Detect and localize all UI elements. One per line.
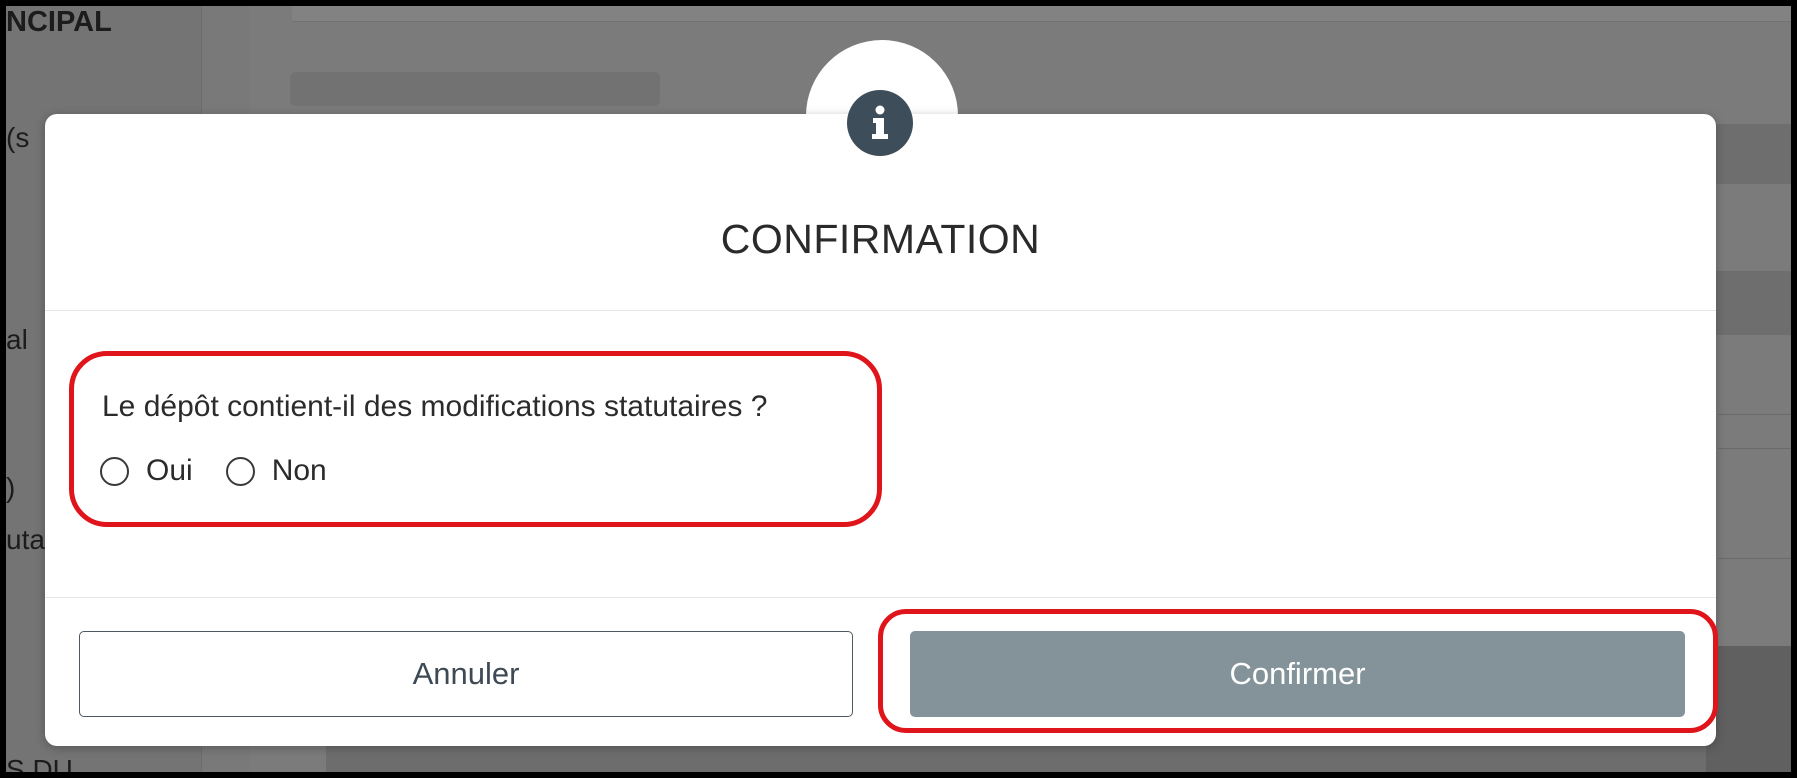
background-header-bar	[292, 6, 1791, 22]
background-divider	[1718, 414, 1791, 415]
background-divider	[1718, 558, 1791, 559]
cancel-button[interactable]: Annuler	[79, 631, 853, 717]
background-row	[1706, 271, 1791, 335]
background-sidebar-text: S DU	[6, 754, 73, 772]
confirmation-dialog: CONFIRMATION Le dépôt contient-il des mo…	[45, 114, 1716, 746]
background-divider	[1718, 448, 1791, 449]
background-sidebar-text: al	[6, 324, 28, 355]
background-row	[1706, 124, 1791, 184]
radio-button-oui[interactable]	[100, 456, 129, 486]
dialog-footer-divider	[45, 597, 1716, 598]
radio-option-oui[interactable]: Oui	[100, 454, 193, 488]
answer-radio-group: Oui Non	[100, 454, 360, 488]
radio-button-non[interactable]	[225, 456, 255, 486]
question-text: Le dépôt contient-il des modifications s…	[102, 390, 768, 423]
radio-label-oui: Oui	[146, 454, 193, 487]
background-sidebar-heading: NCIPAL	[6, 6, 112, 38]
background-sidebar-text: uta	[6, 524, 45, 555]
dialog-header-divider	[45, 310, 1716, 311]
background-sidebar-text: (s	[6, 122, 30, 153]
background-sidebar-text: )	[6, 472, 16, 503]
radio-label-non: Non	[271, 454, 327, 487]
dialog-title: CONFIRMATION	[720, 216, 1041, 262]
info-icon	[847, 90, 913, 156]
radio-option-non[interactable]: Non	[225, 454, 327, 488]
confirm-button[interactable]: Confirmer	[910, 631, 1685, 717]
screen: NCIPAL (s al ) uta S DU CONFIRMATION Le …	[6, 6, 1791, 772]
background-footer	[326, 746, 1791, 772]
background-panel	[1706, 646, 1791, 772]
background-placeholder	[290, 72, 660, 106]
